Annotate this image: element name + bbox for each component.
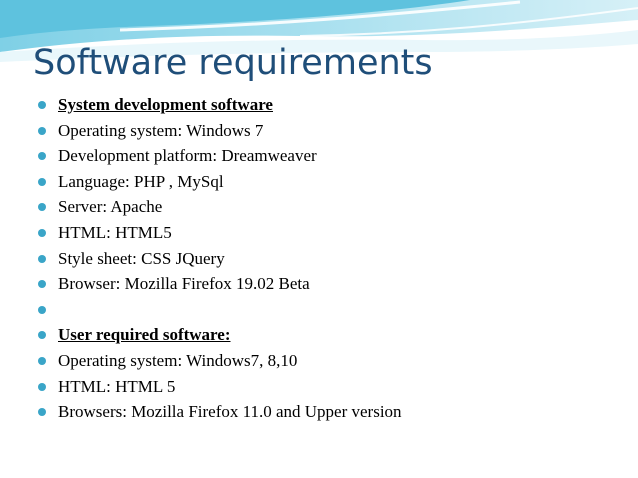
bullet-item (38, 297, 628, 323)
bullet-text: Operating system: Windows 7 (58, 120, 264, 140)
bullet-dot-icon (38, 382, 46, 391)
bullet-text: Style sheet: CSS JQuery (58, 248, 225, 268)
bullet-dot-icon (38, 254, 46, 263)
bullet-text: HTML: HTML5 (58, 222, 172, 242)
bullet-item: User required software: (38, 322, 628, 348)
bullet-dot-icon (38, 305, 46, 314)
slide-title: Software requirements (33, 43, 433, 83)
bullet-item: HTML: HTML5 (38, 220, 628, 246)
bullet-text: Operating system: Windows7, 8,10 (58, 350, 298, 370)
bullet-list: System development software Operating sys… (38, 92, 628, 425)
bullet-item: Language: PHP , MySql (38, 169, 628, 195)
bullet-text: Language: PHP , MySql (58, 171, 224, 191)
bullet-dot-icon (38, 126, 46, 135)
bullet-dot-icon (38, 152, 46, 161)
bullet-item: Operating system: Windows7, 8,10 (38, 348, 628, 374)
bullet-dot-icon (38, 177, 46, 186)
bullet-dot-icon (38, 228, 46, 237)
bullet-dot-icon (38, 408, 46, 417)
bullet-item: Browser: Mozilla Firefox 19.02 Beta (38, 271, 628, 297)
bullet-dot-icon (38, 101, 46, 109)
bullet-text: HTML: HTML 5 (58, 376, 176, 396)
bullet-item: HTML: HTML 5 (38, 374, 628, 400)
bullet-dot-icon (38, 331, 46, 340)
slide: Software requirements System development… (0, 0, 638, 478)
bullet-item: Server: Apache (38, 194, 628, 220)
bullet-item: Browsers: Mozilla Firefox 11.0 and Upper… (38, 399, 628, 425)
bullet-item: Operating system: Windows 7 (38, 118, 628, 144)
bullet-item: Style sheet: CSS JQuery (38, 246, 628, 272)
bullet-text: System development software (58, 95, 273, 114)
bullet-text: Development platform: Dreamweaver (58, 146, 317, 166)
bullet-item: System development software (38, 92, 628, 118)
bullet-item: Development platform: Dreamweaver (38, 143, 628, 169)
bullet-text: Browsers: Mozilla Firefox 11.0 and Upper… (58, 402, 402, 422)
bullet-text: Server: Apache (58, 197, 163, 217)
bullet-dot-icon (38, 356, 46, 365)
bullet-text: User required software: (58, 325, 231, 345)
bullet-dot-icon (38, 203, 46, 212)
bullet-dot-icon (38, 280, 46, 289)
bullet-text: Browser: Mozilla Firefox 19.02 Beta (58, 274, 310, 294)
